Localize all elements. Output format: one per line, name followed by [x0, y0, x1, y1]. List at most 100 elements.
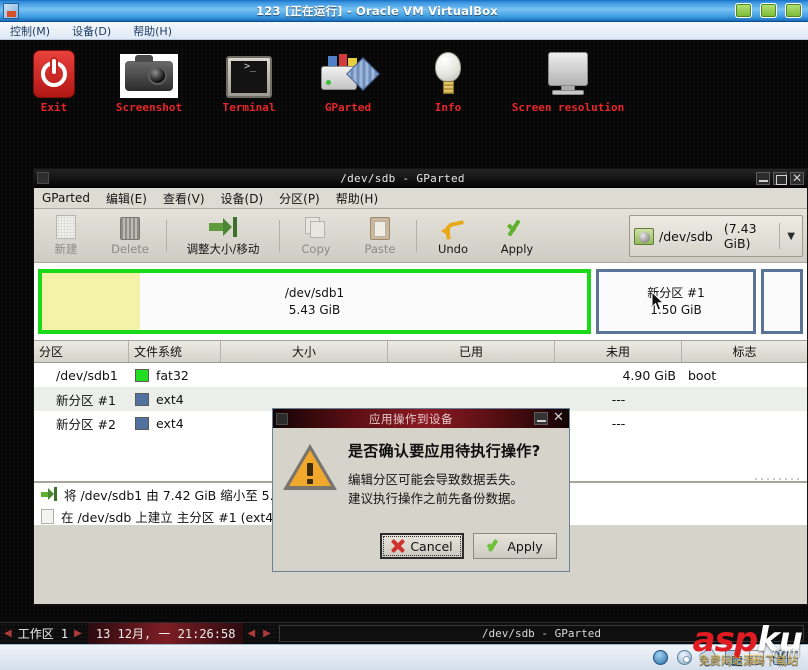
- virtualbox-logo-icon[interactable]: V: [773, 650, 788, 665]
- gparted-maximize-button[interactable]: [773, 171, 787, 185]
- chevron-down-icon[interactable]: ▼: [784, 231, 798, 242]
- new-partition-icon: [41, 508, 54, 524]
- menu-devices[interactable]: 设备(D): [72, 23, 111, 39]
- gparted-menu-edit[interactable]: 编辑(E): [106, 190, 147, 207]
- cancel-button[interactable]: Cancel: [380, 533, 464, 559]
- cell-flags: boot: [688, 367, 717, 383]
- toolbar-label: 新建: [54, 242, 78, 256]
- apply-button[interactable]: Apply: [473, 533, 557, 559]
- column-header-partition[interactable]: 分区: [34, 341, 129, 362]
- toolbar-resize-move-button[interactable]: 调整大小/移动: [171, 214, 275, 257]
- usb-icon[interactable]: [698, 647, 719, 668]
- hard-disk-icon[interactable]: [653, 650, 668, 665]
- filesystem-color-swatch: [135, 392, 149, 406]
- virtualbox-menubar[interactable]: 控制(M) 设备(D) 帮助(H): [0, 22, 808, 40]
- column-header-filesystem[interactable]: 文件系统: [129, 341, 221, 362]
- dialog-heading: 是否确认要应用待执行操作?: [348, 442, 541, 460]
- dialog-text-block: 是否确认要应用待执行操作? 编辑分区可能会导致数据丢失。 建议执行操作之前先备份…: [348, 440, 559, 509]
- copy-icon: [284, 215, 348, 241]
- partition-graphic-new1[interactable]: 新分区 #1 1.50 GiB: [596, 269, 756, 334]
- menu-control[interactable]: 控制(M): [10, 23, 50, 39]
- minimize-button[interactable]: [735, 3, 752, 18]
- desktop-icon-label: Screen resolution: [511, 101, 625, 114]
- lightbulb-icon: [396, 46, 500, 98]
- partition-graphic-size: 5.43 GiB: [288, 302, 341, 317]
- gparted-minimize-button[interactable]: [756, 171, 770, 185]
- menu-help[interactable]: 帮助(H): [133, 23, 172, 39]
- gparted-menu-device[interactable]: 设备(D): [221, 190, 264, 207]
- gparted-menu-partition[interactable]: 分区(P): [279, 190, 320, 207]
- toolbar-paste-button[interactable]: Paste: [348, 215, 412, 256]
- gparted-menubar[interactable]: GParted 编辑(E) 查看(V) 设备(D) 分区(P) 帮助(H): [34, 188, 807, 209]
- device-name: /dev/sdb: [659, 228, 713, 244]
- toolbar-separator: [416, 219, 417, 252]
- gparted-toolbar: 新建 Delete 调整大小/移动 Copy Paste Undo Apply …: [34, 209, 807, 263]
- network-icon[interactable]: [725, 650, 742, 666]
- desktop-icon-gparted[interactable]: GParted: [296, 46, 400, 114]
- task-next-icon[interactable]: ▶: [259, 628, 275, 639]
- dialog-window-menu-icon[interactable]: [276, 412, 288, 425]
- toolbar-copy-button[interactable]: Copy: [284, 215, 348, 256]
- dialog-message-line-2: 建议执行操作之前先备份数据。: [348, 491, 524, 507]
- dialog-close-button[interactable]: ✕: [550, 411, 567, 425]
- close-button[interactable]: [785, 3, 802, 18]
- cell-unused: ---: [611, 391, 626, 407]
- toolbar-separator: [166, 219, 167, 252]
- maximize-button[interactable]: [760, 3, 777, 18]
- apply-operations-dialog: 应用操作到设备 ✕ 是否确认要应用待执行操作? 编辑分区可能会导致数据丢失。 建…: [272, 408, 570, 572]
- desktop-icon-screen-resolution[interactable]: Screen resolution: [503, 46, 633, 114]
- shared-folder-icon[interactable]: [749, 650, 764, 665]
- desktop-icon-terminal[interactable]: >_ Terminal: [197, 46, 301, 114]
- gparted-menu-gparted[interactable]: GParted: [42, 191, 90, 205]
- toolbar-apply-button[interactable]: Apply: [485, 215, 549, 256]
- taskbar-task-list[interactable]: /dev/sdb - GParted: [278, 625, 804, 642]
- column-header-unused[interactable]: 未用: [555, 341, 682, 362]
- toolbar-delete-button[interactable]: Delete: [98, 215, 162, 256]
- column-header-size[interactable]: 大小: [221, 341, 388, 362]
- table-row[interactable]: /dev/sdb1 fat32 4.90 GiB boot: [34, 363, 807, 387]
- drive-icon: [634, 227, 654, 245]
- virtualbox-titlebar: 123 [正在运行] - Oracle VM VirtualBox: [0, 0, 808, 22]
- resize-grip[interactable]: [753, 477, 799, 481]
- paste-icon: [348, 215, 412, 241]
- desktop-icon-label: GParted: [324, 101, 372, 114]
- gparted-menu-view[interactable]: 查看(V): [163, 190, 205, 207]
- partition-graphic-sdb1[interactable]: /dev/sdb1 5.43 GiB: [38, 269, 591, 334]
- toolbar-undo-button[interactable]: Undo: [421, 215, 485, 256]
- dialog-title: 应用操作到设备: [369, 411, 453, 426]
- statusbar-divider: [797, 650, 798, 665]
- guest-screen: Exit Screenshot >_ Terminal GParted Info…: [0, 40, 808, 644]
- workspace-prev-icon[interactable]: ◀: [0, 628, 16, 639]
- desktop-icon-label: Exit: [40, 101, 68, 114]
- column-header-used[interactable]: 已用: [388, 341, 555, 362]
- cell-filesystem: ext4: [129, 392, 221, 407]
- device-size: (7.43 GiB): [723, 221, 757, 251]
- filesystem-color-swatch: [135, 368, 149, 382]
- dialog-minimize-button[interactable]: [534, 412, 548, 425]
- window-controls[interactable]: [735, 3, 802, 18]
- gparted-close-button[interactable]: ✕: [790, 171, 804, 185]
- optical-disk-icon[interactable]: [677, 650, 692, 665]
- window-menu-icon[interactable]: [37, 172, 49, 184]
- taskbar-task-gparted[interactable]: /dev/sdb - GParted: [482, 627, 601, 640]
- virtualbox-window: 123 [正在运行] - Oracle VM VirtualBox 控制(M) …: [0, 0, 808, 670]
- column-header-flags[interactable]: 标志: [682, 341, 807, 362]
- gparted-menu-help[interactable]: 帮助(H): [336, 190, 378, 207]
- taskbar-clock[interactable]: 13 12月, 一 21:26:58: [87, 623, 244, 644]
- toolbar-new-button[interactable]: 新建: [34, 214, 98, 257]
- desktop-icon-info[interactable]: Info: [396, 46, 500, 114]
- toolbar-label: Paste: [364, 242, 396, 256]
- warning-triangle-icon: [283, 444, 337, 492]
- task-prev-icon[interactable]: ◀: [243, 628, 259, 639]
- desktop-icon-exit[interactable]: Exit: [2, 46, 106, 114]
- workspace-label[interactable]: 工作区 1: [16, 625, 70, 642]
- partition-graphic-new2[interactable]: [761, 269, 803, 334]
- cell-partition: 新分区 #2: [56, 416, 116, 432]
- virtualbox-window-title: 123 [正在运行] - Oracle VM VirtualBox: [256, 3, 498, 18]
- toolbar-label: 调整大小/移动: [186, 242, 260, 256]
- workspace-next-icon[interactable]: ▶: [70, 628, 86, 639]
- desktop-icon-label: Terminal: [222, 101, 276, 114]
- apply-button-label: Apply: [507, 538, 543, 554]
- device-selector[interactable]: /dev/sdb (7.43 GiB) ▼: [629, 215, 803, 257]
- desktop-icon-screenshot[interactable]: Screenshot: [97, 46, 201, 114]
